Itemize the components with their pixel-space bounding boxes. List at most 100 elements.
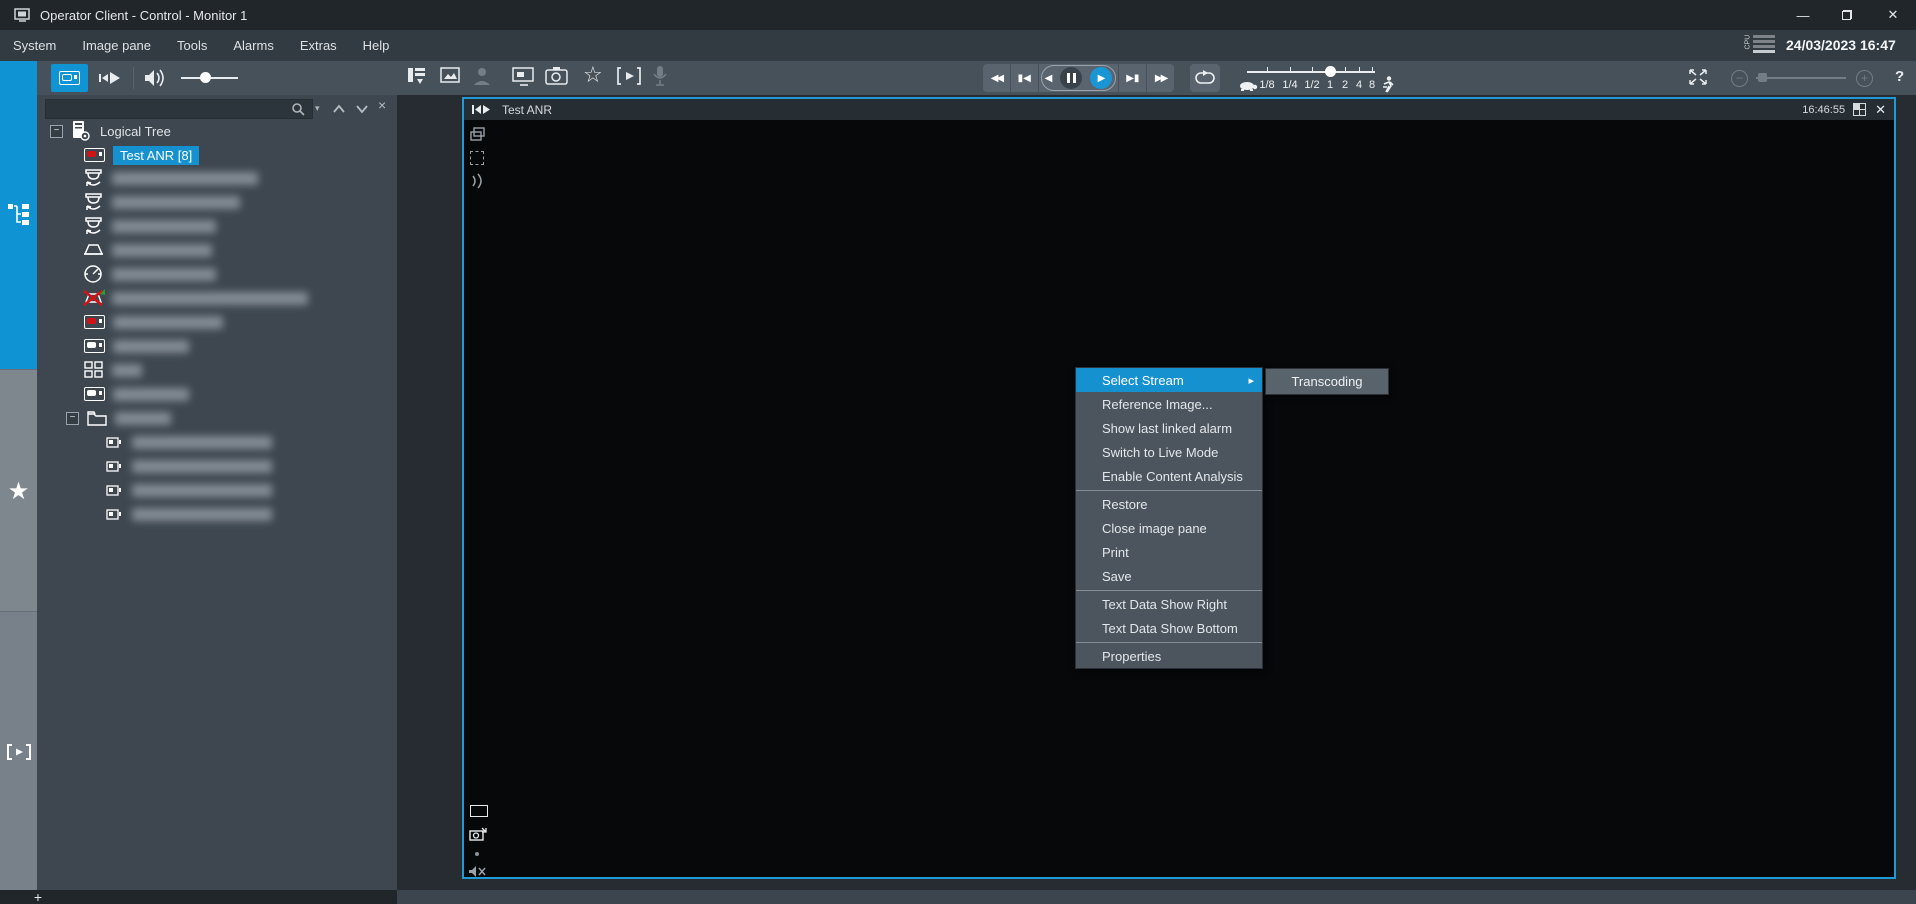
image-pane-mode-button[interactable] [51,64,88,92]
menu-extras[interactable]: Extras [287,30,350,61]
plus-icon: + [1861,71,1868,85]
context-menu-item-show-last-linked-alarm[interactable]: Show last linked alarm [1076,416,1262,440]
skip-end-button[interactable]: ▶▮ [1118,64,1147,92]
tree-item[interactable] [82,262,216,286]
tree-child-item[interactable] [106,430,272,454]
play-backward-button[interactable]: ◀ [1045,73,1053,84]
fit-pane-icon[interactable] [470,151,484,165]
snapshot-button[interactable] [545,66,571,90]
image-pane-header[interactable]: Test ANR 16:46:55 ✕ [464,99,1894,120]
context-menu-item-print[interactable]: Print [1076,540,1262,564]
redacted-label [112,268,216,281]
context-submenu-transcoding[interactable]: Transcoding [1265,368,1389,395]
maximize-pane-icon[interactable] [1853,103,1866,116]
collapse-arrows-icon [1688,69,1708,85]
sidebar-tab-favorites[interactable]: ★ [0,369,37,612]
tree-folder-row[interactable]: − [66,406,171,430]
favorite-button[interactable]: ☆ [583,62,603,88]
tree-child-item[interactable] [106,502,272,526]
restore-button[interactable] [1832,4,1862,26]
microphone-button[interactable] [652,65,672,91]
search-previous-button[interactable] [332,103,346,115]
context-menu-item-enable-content-analysis[interactable]: Enable Content Analysis [1076,464,1262,488]
help-button[interactable]: ? [1895,68,1904,85]
tree-item[interactable] [82,166,258,190]
skip-start-button[interactable]: ▮◀ [1011,64,1039,92]
tree-child-item[interactable] [106,478,272,502]
tree-root-row[interactable]: − Logical Tree [50,119,171,143]
tree-item[interactable] [84,382,189,406]
folder-icon [87,410,107,426]
context-menu-item-save[interactable]: Save [1076,564,1262,588]
search-close-button[interactable]: × [378,97,386,113]
copy-pane-icon[interactable] [470,127,485,141]
context-menu-item-reference-image[interactable]: Reference Image... [1076,392,1262,416]
menu-help[interactable]: Help [350,30,403,61]
playback-mode-button[interactable] [95,66,125,90]
reference-image-icon[interactable] [469,827,487,842]
tree-item[interactable] [82,286,308,310]
image-pane-button[interactable] [440,66,464,90]
tree-item[interactable] [84,334,189,358]
add-button[interactable]: + [30,889,46,904]
status-dot [475,852,479,856]
tree-item-selected[interactable]: Test ANR [8] [84,143,199,167]
image-pane[interactable]: Test ANR 16:46:55 ✕ [462,97,1896,879]
play-button[interactable]: ▶ [1090,67,1112,89]
tree-root-label: Logical Tree [100,124,171,139]
close-button[interactable]: ✕ [1878,4,1908,26]
pane-audio-icon[interactable] [470,173,484,189]
close-pane-button[interactable]: ✕ [1875,102,1886,118]
pane-border-tool-icon[interactable] [470,805,488,817]
tree-item[interactable] [84,358,142,382]
context-menu-item-text-data-show-bottom[interactable]: Text Data Show Bottom [1076,616,1262,640]
playback-pane-button[interactable] [617,66,643,90]
pane-layout-button[interactable] [406,66,430,90]
digital-zoom-slider-track[interactable] [1756,77,1846,79]
digital-zoom-slider-knob[interactable] [1758,73,1767,82]
context-menu-item-close-image-pane[interactable]: Close image pane [1076,516,1262,540]
operator-button[interactable] [472,66,496,90]
redacted-label [113,388,189,401]
tree-search-input[interactable] [45,99,313,119]
bottom-bar-left [0,890,397,904]
audio-volume-button[interactable] [142,66,166,90]
fast-rewind-button[interactable]: ◀◀ [983,64,1011,92]
context-menu-item-properties[interactable]: Properties [1076,644,1262,668]
menu-tools[interactable]: Tools [164,30,220,61]
sidebar-tab-bookmarks[interactable] [0,611,37,891]
pause-button[interactable] [1060,67,1082,89]
close-all-panes-button[interactable] [1688,69,1708,85]
tree-item[interactable] [84,310,223,334]
muted-speaker-icon[interactable] [468,865,486,878]
speed-tick [1359,67,1360,73]
tree-item[interactable] [82,238,212,262]
collapse-icon[interactable]: − [50,125,63,138]
search-options-dropdown[interactable]: ▾ [315,103,320,114]
zoom-out-button[interactable]: − [1731,70,1748,87]
collapse-icon[interactable]: − [66,412,79,425]
context-menu-item-text-data-show-right[interactable]: Text Data Show Right [1076,592,1262,616]
menu-system[interactable]: System [0,30,69,61]
context-menu-item-select-stream[interactable]: Select Stream ▸ [1076,368,1262,392]
tree-item[interactable] [82,190,240,214]
zoom-in-button[interactable]: + [1856,70,1873,87]
snapshot-camera-icon [545,66,569,86]
context-menu-item-switch-to-live-mode[interactable]: Switch to Live Mode [1076,440,1262,464]
sidebar-tab-logical-tree[interactable] [0,61,37,369]
search-next-button[interactable] [355,103,369,115]
search-icon[interactable] [292,103,305,116]
title-bar: Operator Client - Control - Monitor 1 — … [0,0,1916,30]
minimize-button[interactable]: — [1788,4,1818,26]
sidebar-tab-strip: ★ [0,61,37,890]
menu-alarms[interactable]: Alarms [220,30,286,61]
fast-forward-button[interactable]: ▶▶ [1147,64,1174,92]
context-menu-item-restore[interactable]: Restore [1076,492,1262,516]
menu-image-pane[interactable]: Image pane [69,30,164,61]
tree-child-item[interactable] [106,454,272,478]
volume-slider-knob[interactable] [200,72,211,83]
speed-slider-knob[interactable] [1325,66,1336,77]
monitor-wall-button[interactable] [512,66,538,90]
loop-playback-button[interactable] [1190,64,1220,92]
tree-item[interactable] [82,214,216,238]
